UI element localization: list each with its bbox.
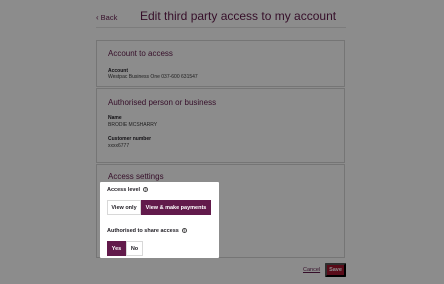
share-option-no[interactable]: No [126,241,143,256]
access-level-row: Access level? [107,187,149,193]
help-circle-icon[interactable]: ? [181,228,187,234]
access-option-view-make-payments[interactable]: View & make payments [141,200,211,215]
help-circle-icon[interactable]: ? [143,187,149,193]
share-option-yes[interactable]: Yes [107,241,126,256]
access-settings-panel: Access level? View only View & make paym… [100,182,219,258]
access-option-view-only[interactable]: View only [107,200,141,215]
access-level-label: Access level [107,187,141,193]
dim-overlay [0,0,444,284]
share-access-label: Authorised to share access [107,228,179,234]
share-access-row: Authorised to share access? [107,228,187,234]
